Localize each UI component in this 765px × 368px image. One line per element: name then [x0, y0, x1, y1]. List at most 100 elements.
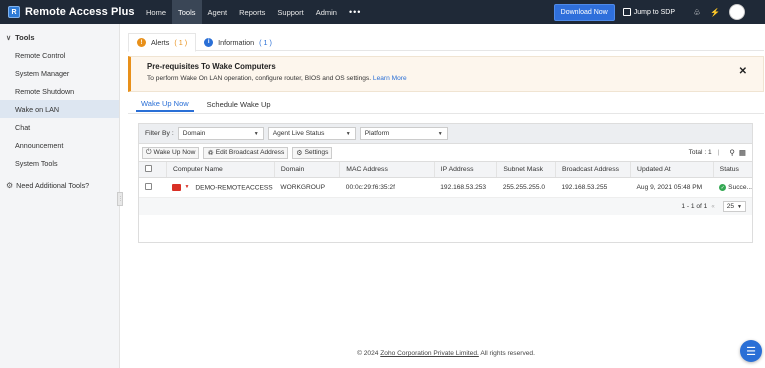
wake-up-now-button[interactable]: ⏻ Wake Up Now — [142, 146, 200, 159]
col-ip-address[interactable]: IP Address — [433, 161, 497, 178]
sidebar-item-wake-on-lan[interactable]: Wake on LAN — [0, 100, 119, 118]
chevron-down-icon: ∨ — [6, 34, 12, 42]
computer-name[interactable]: DEMO-REMOTEACCESS — [195, 184, 272, 191]
brand-logo-icon: R — [8, 6, 20, 18]
filter-bar: Filter By : Domain ▼ Agent Live Status ▼… — [139, 124, 752, 144]
jump-to-sdp-button[interactable]: Jump to SDP — [622, 8, 675, 16]
banner-text: To perform Wake On LAN operation, config… — [147, 75, 763, 82]
alert-tabs: ! Alerts ( 1 ) i Information ( 1 ) — [128, 33, 764, 52]
tab-information-label: Information — [218, 37, 255, 47]
platform-filter-select[interactable]: Platform ▼ — [359, 127, 448, 140]
brand-name: Remote Access Plus — [25, 6, 135, 18]
banner-message: To perform Wake On LAN operation, config… — [147, 75, 372, 82]
caret-down-icon[interactable]: ▼ — [184, 184, 189, 190]
select-all-header — [139, 161, 167, 178]
nav-home[interactable]: Home — [140, 0, 172, 24]
domain-filter-select[interactable]: Domain ▼ — [177, 127, 264, 140]
col-broadcast-address[interactable]: Broadcast Address — [554, 161, 631, 178]
col-domain[interactable]: Domain — [273, 161, 340, 178]
chevron-down-icon: ▼ — [253, 130, 259, 137]
menu-fab-icon[interactable]: ☰ — [740, 340, 762, 362]
settings-label: Settings — [304, 149, 329, 156]
tab-alerts[interactable]: ! Alerts ( 1 ) — [128, 33, 197, 52]
total-count: Total : 1 — [688, 149, 712, 156]
page-size-value: 25 — [726, 203, 735, 210]
page-size-select[interactable]: 25 ▼ — [722, 201, 746, 212]
sub-tabs-divider — [128, 113, 764, 114]
check-icon: ✓ — [719, 184, 727, 192]
col-computer-name[interactable]: Computer Name — [165, 161, 275, 178]
computer-name-cell: ▼ DEMO-REMOTEACCESS — [166, 177, 275, 198]
col-mac-address[interactable]: MAC Address — [339, 161, 435, 178]
gear-icon: ⚙ — [6, 180, 14, 190]
nav-admin[interactable]: Admin — [310, 0, 343, 24]
domain-cell: WORKGROUP — [274, 177, 340, 198]
col-updated-at[interactable]: Updated At — [630, 161, 714, 178]
pagination: 1 - 1 of 1 « 25 ▼ — [139, 198, 752, 215]
mac-address-cell: 00:0c:29:f6:35:2f — [339, 177, 435, 198]
select-all-checkbox[interactable] — [145, 165, 152, 172]
status-cell: ✓ Succe... — [713, 177, 752, 198]
row-checkbox[interactable] — [145, 183, 152, 190]
sidebar-item-remote-control[interactable]: Remote Control — [0, 46, 119, 64]
tab-wake-up-now[interactable]: Wake Up Now — [136, 96, 194, 112]
notification-bell-icon[interactable]: ♧ — [689, 8, 705, 17]
broadcast-address-cell: 192.168.53.255 — [555, 177, 631, 198]
brand[interactable]: R Remote Access Plus — [0, 6, 140, 18]
close-icon[interactable]: ✕ — [739, 66, 747, 77]
nav-more-icon[interactable]: ••• — [343, 0, 367, 24]
edit-broadcast-address-button[interactable]: ♽ Edit Broadcast Address — [203, 146, 289, 159]
nav-tools[interactable]: Tools — [172, 0, 202, 24]
computers-table: Computer Name Domain MAC Address IP Addr… — [139, 161, 752, 198]
sidebar-collapse-handle[interactable]: ⋮ — [117, 192, 123, 206]
filter-label: Filter By : — [145, 130, 174, 137]
col-status[interactable]: Status — [712, 161, 752, 178]
sidebar-heading[interactable]: ∨ Tools — [0, 24, 119, 42]
prev-page-icon[interactable]: « — [711, 204, 714, 210]
info-icon: i — [204, 37, 214, 47]
sidebar-item-chat[interactable]: Chat — [0, 118, 119, 136]
sub-tabs: Wake Up Now Schedule Wake Up — [136, 96, 284, 112]
edit-broadcast-label: Edit Broadcast Address — [215, 149, 285, 156]
tab-schedule-wake-up[interactable]: Schedule Wake Up — [202, 96, 276, 112]
company-link[interactable]: Zoho Corporation Private Limited. — [380, 350, 479, 357]
additional-tools-label: Need Additional Tools? — [16, 180, 90, 190]
learn-more-link[interactable]: Learn More — [373, 75, 407, 82]
warning-icon: ! — [137, 38, 146, 47]
updated-at-cell: Aug 9, 2021 05:48 PM — [630, 177, 714, 198]
column-chooser-icon[interactable]: ▦ — [739, 148, 746, 157]
sidebar-item-system-tools[interactable]: System Tools — [0, 154, 119, 172]
tab-information-count: ( 1 ) — [259, 37, 272, 47]
table-row[interactable]: ▼ DEMO-REMOTEACCESS WORKGROUP 00:0c:29:f6… — [139, 177, 752, 198]
user-avatar[interactable] — [729, 4, 745, 20]
lightning-icon[interactable]: ⚡ — [707, 8, 723, 17]
sidebar-item-additional-tools[interactable]: ⚙ Need Additional Tools? — [0, 176, 119, 194]
sidebar-item-system-manager[interactable]: System Manager — [0, 64, 119, 82]
platform-filter-value: Platform — [364, 130, 390, 137]
sidebar-item-remote-shutdown[interactable]: Remote Shutdown — [0, 82, 119, 100]
computer-offline-icon — [172, 183, 182, 191]
sidebar-item-announcement[interactable]: Announcement — [0, 136, 119, 154]
toolbar-right: Total : 1 | ⚲ ▦ — [689, 148, 752, 157]
table-header-row: Computer Name Domain MAC Address IP Addr… — [139, 161, 752, 178]
agent-status-filter-value: Agent Live Status — [272, 130, 325, 137]
top-right-actions: Download Now Jump to SDP ♧ ⚡ — [553, 0, 765, 24]
footer: © 2024 Zoho Corporation Private Limited.… — [128, 350, 764, 357]
nav-support[interactable]: Support — [271, 0, 309, 24]
agent-status-filter-select[interactable]: Agent Live Status ▼ — [267, 127, 356, 140]
settings-button[interactable]: ⚙ Settings — [292, 146, 333, 159]
sidebar-list: Remote Control System Manager Remote Shu… — [0, 46, 119, 172]
domain-filter-value: Domain — [182, 130, 206, 137]
nav-reports[interactable]: Reports — [233, 0, 271, 24]
power-icon: ⏻ — [146, 148, 152, 156]
nav-agent[interactable]: Agent — [202, 0, 234, 24]
tab-information[interactable]: i Information ( 1 ) — [196, 33, 280, 51]
chevron-down-icon: ▼ — [437, 130, 443, 137]
col-subnet-mask[interactable]: Subnet Mask — [496, 161, 556, 178]
status-text: Succe... — [728, 184, 752, 192]
download-now-button[interactable]: Download Now — [553, 3, 615, 21]
top-navigation-bar: R Remote Access Plus Home Tools Agent Re… — [0, 0, 765, 24]
search-icon[interactable]: ⚲ — [729, 148, 735, 157]
page-range: 1 - 1 of 1 — [681, 203, 708, 210]
table-toolbar: ⏻ Wake Up Now ♽ Edit Broadcast Address ⚙… — [139, 144, 752, 161]
